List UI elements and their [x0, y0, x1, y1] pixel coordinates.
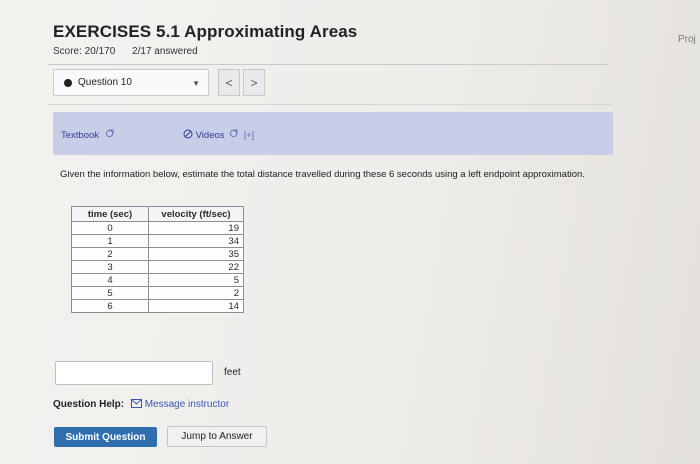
- time-cell: 3: [71, 260, 149, 274]
- jump-to-answer-button[interactable]: Jump to Answer: [167, 426, 267, 447]
- nav-divider: [48, 104, 613, 105]
- time-cell: 0: [71, 221, 149, 235]
- resource-bar: Textbook Videos [+]: [53, 112, 613, 155]
- question-status-dot-icon: [64, 78, 72, 87]
- column-header-velocity: velocity (ft/sec): [148, 206, 244, 222]
- message-instructor-label: Message instructor: [144, 399, 230, 410]
- score-text: Score: 20/170: [53, 46, 116, 57]
- chevron-down-icon: ▼: [192, 79, 200, 88]
- external-link-icon: [105, 129, 114, 138]
- next-question-button[interactable]: >: [243, 69, 265, 96]
- time-cell: 2: [71, 247, 149, 261]
- table-row: 3 22: [71, 260, 244, 274]
- column-header-time: time (sec): [71, 206, 149, 222]
- problem-text: Given the information below, estimate th…: [60, 169, 585, 180]
- page-title: EXERCISES 5.1 Approximating Areas: [53, 22, 358, 41]
- table-row: 1 34: [71, 234, 244, 248]
- previous-question-button[interactable]: <: [218, 69, 240, 96]
- textbook-link[interactable]: Textbook: [61, 129, 114, 141]
- cutoff-link[interactable]: Proj: [678, 34, 696, 45]
- time-cell: 6: [71, 299, 149, 313]
- external-link-icon: [230, 129, 238, 138]
- velocity-cell: 14: [148, 299, 244, 313]
- question-select[interactable]: Question 10 ▼: [53, 69, 209, 96]
- time-cell: 1: [71, 234, 149, 248]
- table-row: 2 35: [71, 247, 244, 261]
- time-cell: 4: [71, 273, 149, 287]
- table-row: 52: [71, 286, 244, 300]
- video-icon: [183, 129, 193, 139]
- velocity-cell: 5: [148, 273, 244, 287]
- velocity-cell: 35: [148, 247, 244, 261]
- table-header-row: time (sec) velocity (ft/sec): [71, 206, 244, 222]
- answered-text: 2/17 answered: [132, 46, 198, 57]
- data-table: time (sec) velocity (ft/sec) 0 19 1 34 2 35 3 2…: [71, 206, 244, 313]
- envelope-icon: [130, 399, 142, 408]
- table-row: 6 14: [71, 299, 244, 313]
- answer-unit: feet: [224, 367, 241, 378]
- submit-question-button[interactable]: Submit Question: [54, 427, 157, 447]
- videos-count: [+]: [243, 130, 255, 140]
- question-help: Question Help: Message instructor: [53, 399, 229, 410]
- answer-input[interactable]: [55, 361, 213, 385]
- velocity-cell: 2: [148, 286, 244, 300]
- question-help-label: Question Help:: [53, 399, 125, 410]
- velocity-cell: 34: [148, 234, 244, 248]
- velocity-cell: 19: [148, 221, 244, 235]
- header-divider: [48, 64, 608, 65]
- videos-link[interactable]: Videos [+]: [183, 129, 254, 141]
- table-row: 0 19: [71, 221, 244, 235]
- message-instructor-link[interactable]: Message instructor: [130, 399, 230, 410]
- score-row: Score: 20/170 2/17 answered: [53, 46, 212, 57]
- table-row: 45: [71, 273, 244, 287]
- textbook-label: Textbook: [61, 130, 100, 141]
- question-select-label: Question 10: [78, 77, 132, 88]
- time-cell: 5: [71, 286, 149, 300]
- velocity-cell: 22: [148, 260, 244, 274]
- videos-label: Videos: [195, 130, 225, 141]
